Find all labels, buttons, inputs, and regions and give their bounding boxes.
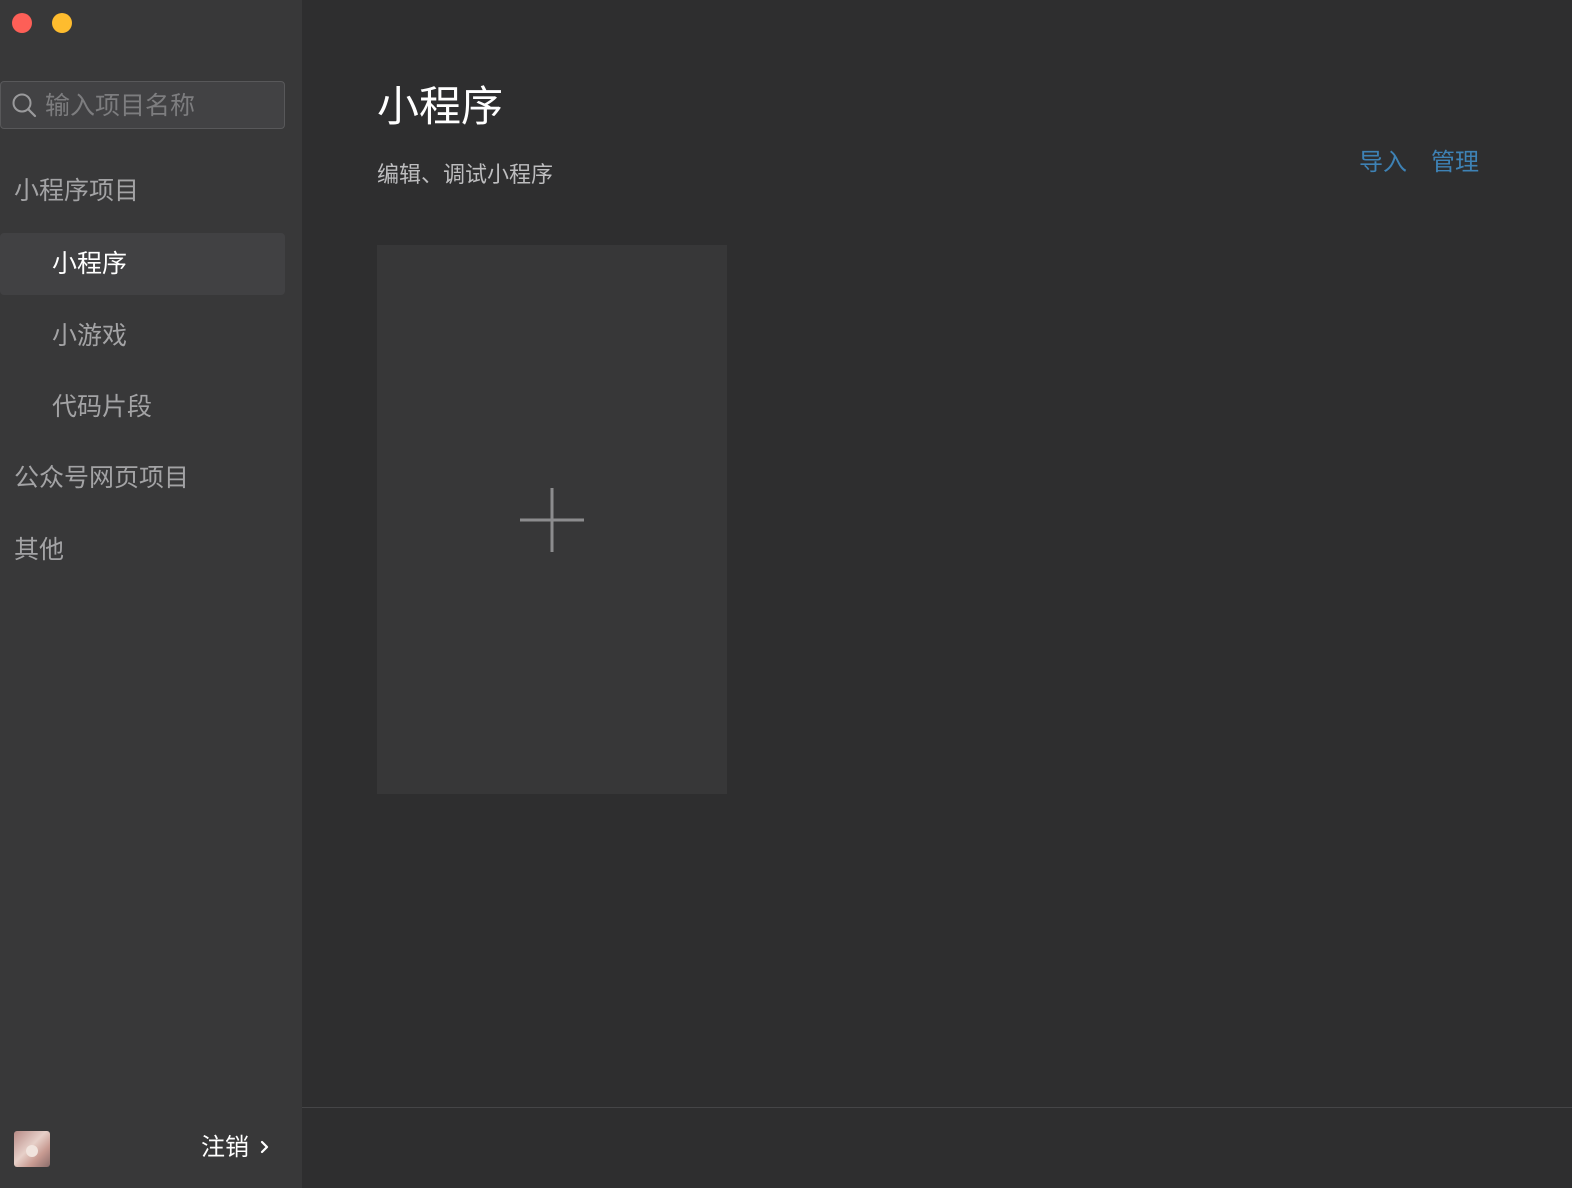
- window-close-button[interactable]: [12, 13, 32, 33]
- logout-button[interactable]: 注销: [201, 1130, 271, 1164]
- manage-link[interactable]: 管理: [1431, 145, 1479, 179]
- sidebar-item-miniprogram[interactable]: 小程序: [0, 233, 285, 295]
- sidebar: 小程序项目 小程序 小游戏 代码片段 公众号网页项目 其他 注销: [0, 0, 302, 1188]
- app-window: 小程序项目 小程序 小游戏 代码片段 公众号网页项目 其他 注销 小程序 编辑、…: [0, 0, 1572, 1188]
- chevron-right-icon: [260, 1140, 269, 1154]
- sidebar-item-minigame[interactable]: 小游戏: [0, 305, 285, 367]
- nav-group-other[interactable]: 其他: [14, 535, 64, 565]
- page-subtitle: 编辑、调试小程序: [377, 163, 554, 188]
- page-title: 小程序: [377, 82, 504, 131]
- search-input[interactable]: [45, 88, 275, 122]
- nav-group-official-account-web[interactable]: 公众号网页项目: [14, 463, 189, 493]
- logout-label: 注销: [201, 1133, 249, 1161]
- new-project-card[interactable]: [377, 245, 727, 794]
- user-avatar[interactable]: [14, 1131, 50, 1167]
- search-icon: [12, 93, 37, 118]
- avatar-image-detail: [26, 1145, 38, 1157]
- nav-group-miniprogram-projects[interactable]: 小程序项目: [14, 176, 139, 206]
- search-box[interactable]: [0, 81, 285, 129]
- window-minimize-button[interactable]: [52, 13, 72, 33]
- sidebar-item-code-snippets[interactable]: 代码片段: [0, 376, 285, 438]
- footer-bar: [302, 1108, 1572, 1188]
- plus-icon: [520, 488, 584, 552]
- import-link[interactable]: 导入: [1359, 145, 1407, 179]
